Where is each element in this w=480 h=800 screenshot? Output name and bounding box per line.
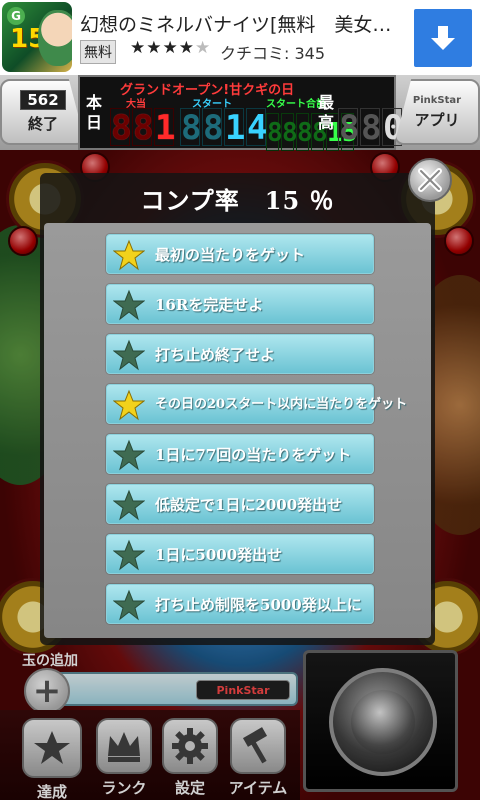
star-locked-icon bbox=[113, 439, 145, 471]
achievement-item: 低設定で1日に2000発出せ bbox=[106, 484, 374, 524]
star-locked-icon bbox=[113, 339, 145, 371]
digit: 8 bbox=[180, 108, 202, 148]
achievement-text: 1日に5000発出せ bbox=[155, 546, 283, 564]
achievement-list: 最初の当たりをゲット 16Rを完走せよ 打ち止め終了せよ その日の20スタート以… bbox=[44, 223, 431, 638]
app-logo: PinkStar bbox=[412, 94, 462, 106]
star-locked-icon bbox=[113, 489, 145, 521]
rating-stars-empty: ★ bbox=[194, 38, 212, 58]
achievement-item: 16Rを完走せよ bbox=[106, 284, 374, 324]
digit: 8 bbox=[360, 108, 382, 148]
star-achieved-icon bbox=[113, 389, 145, 421]
achievement-dialog: コンプ率 15 ％ 最初の当たりをゲット 16Rを完走せよ 打ち止め終了せよ そ… bbox=[40, 173, 435, 645]
digit: 1 bbox=[154, 108, 176, 148]
close-button[interactable] bbox=[408, 158, 452, 202]
digit: 8 bbox=[338, 108, 360, 148]
end-button[interactable]: 562 終了 bbox=[0, 79, 86, 145]
achievement-text: その日の20スタート以内に当たりをゲット bbox=[155, 397, 408, 412]
digit: 8 bbox=[110, 108, 132, 148]
big-hit-counter: 8 8 1 bbox=[110, 108, 176, 148]
achievement-text: 低設定で1日に2000発出せ bbox=[155, 496, 343, 514]
today-label: 本日 bbox=[86, 93, 103, 132]
rating-stars: ★★★★★ bbox=[130, 38, 211, 58]
achievement-item: 打ち止め制限を5000発以上に bbox=[106, 584, 374, 624]
end-label: 終了 bbox=[27, 115, 58, 133]
digit: 8 bbox=[296, 113, 313, 151]
character-illustration bbox=[38, 10, 72, 66]
free-badge: 無料 bbox=[80, 40, 116, 64]
ad-title[interactable]: 幻想のミネルバナイツ[無料 美女… bbox=[80, 10, 410, 37]
best-label: 最高 bbox=[318, 93, 335, 132]
achievement-text: 1日に77回の当たりをゲット bbox=[155, 446, 352, 464]
star-achieved-icon bbox=[113, 239, 145, 271]
digit: 8 bbox=[266, 113, 283, 151]
data-counter: 本日 グランドオープン!甘クギの日 大当 8 8 1 スタート 8 8 1 4 … bbox=[78, 75, 403, 151]
app-label: アプリ bbox=[414, 110, 460, 129]
digit: 8 bbox=[202, 108, 224, 148]
achievement-item: 1日に5000発出せ bbox=[106, 534, 374, 574]
digit: 8 bbox=[132, 108, 154, 148]
digit: 4 bbox=[246, 108, 268, 148]
start-counter: 8 8 1 4 bbox=[180, 108, 268, 148]
close-icon bbox=[418, 168, 442, 192]
achievement-item: 最初の当たりをゲット bbox=[106, 234, 374, 274]
ad-badge: G bbox=[7, 7, 25, 25]
ad-banner[interactable]: G 15 幻想のミネルバナイツ[無料 美女… 無料 ★★★★★ クチコミ: 34… bbox=[0, 0, 480, 75]
achievement-text: 打ち止め終了せよ bbox=[155, 346, 276, 364]
star-locked-icon bbox=[113, 539, 145, 571]
achievement-text: 16Rを完走せよ bbox=[155, 296, 264, 314]
counter-bar: 562 終了 本日 グランドオープン!甘クギの日 大当 8 8 1 スタート 8… bbox=[0, 75, 480, 151]
download-arrow-icon bbox=[431, 26, 455, 50]
star-locked-icon bbox=[113, 289, 145, 321]
achievement-text: 打ち止め制限を5000発以上に bbox=[155, 596, 362, 614]
achievement-item: 打ち止め終了せよ bbox=[106, 334, 374, 374]
start-total-label: スタート合計 bbox=[266, 99, 326, 110]
digit: 1 bbox=[224, 108, 246, 148]
achievement-item: その日の20スタート以内に当たりをゲット bbox=[106, 384, 407, 424]
achievement-text: 最初の当たりをゲット bbox=[155, 246, 306, 264]
rating-stars-filled: ★★★★ bbox=[130, 38, 195, 58]
app-button[interactable]: PinkStar アプリ bbox=[394, 79, 480, 145]
best-counter: 8 8 0 bbox=[338, 108, 403, 148]
review-count: クチコミ: 345 bbox=[220, 44, 326, 63]
app-icon[interactable]: G 15 bbox=[2, 2, 72, 72]
total-count: 562 bbox=[20, 90, 66, 110]
achievement-item: 1日に77回の当たりをゲット bbox=[106, 434, 374, 474]
star-locked-icon bbox=[113, 589, 145, 621]
download-button[interactable] bbox=[414, 9, 472, 67]
completion-rate: コンプ率 15 ％ bbox=[140, 186, 335, 215]
digit: 8 bbox=[281, 113, 298, 151]
